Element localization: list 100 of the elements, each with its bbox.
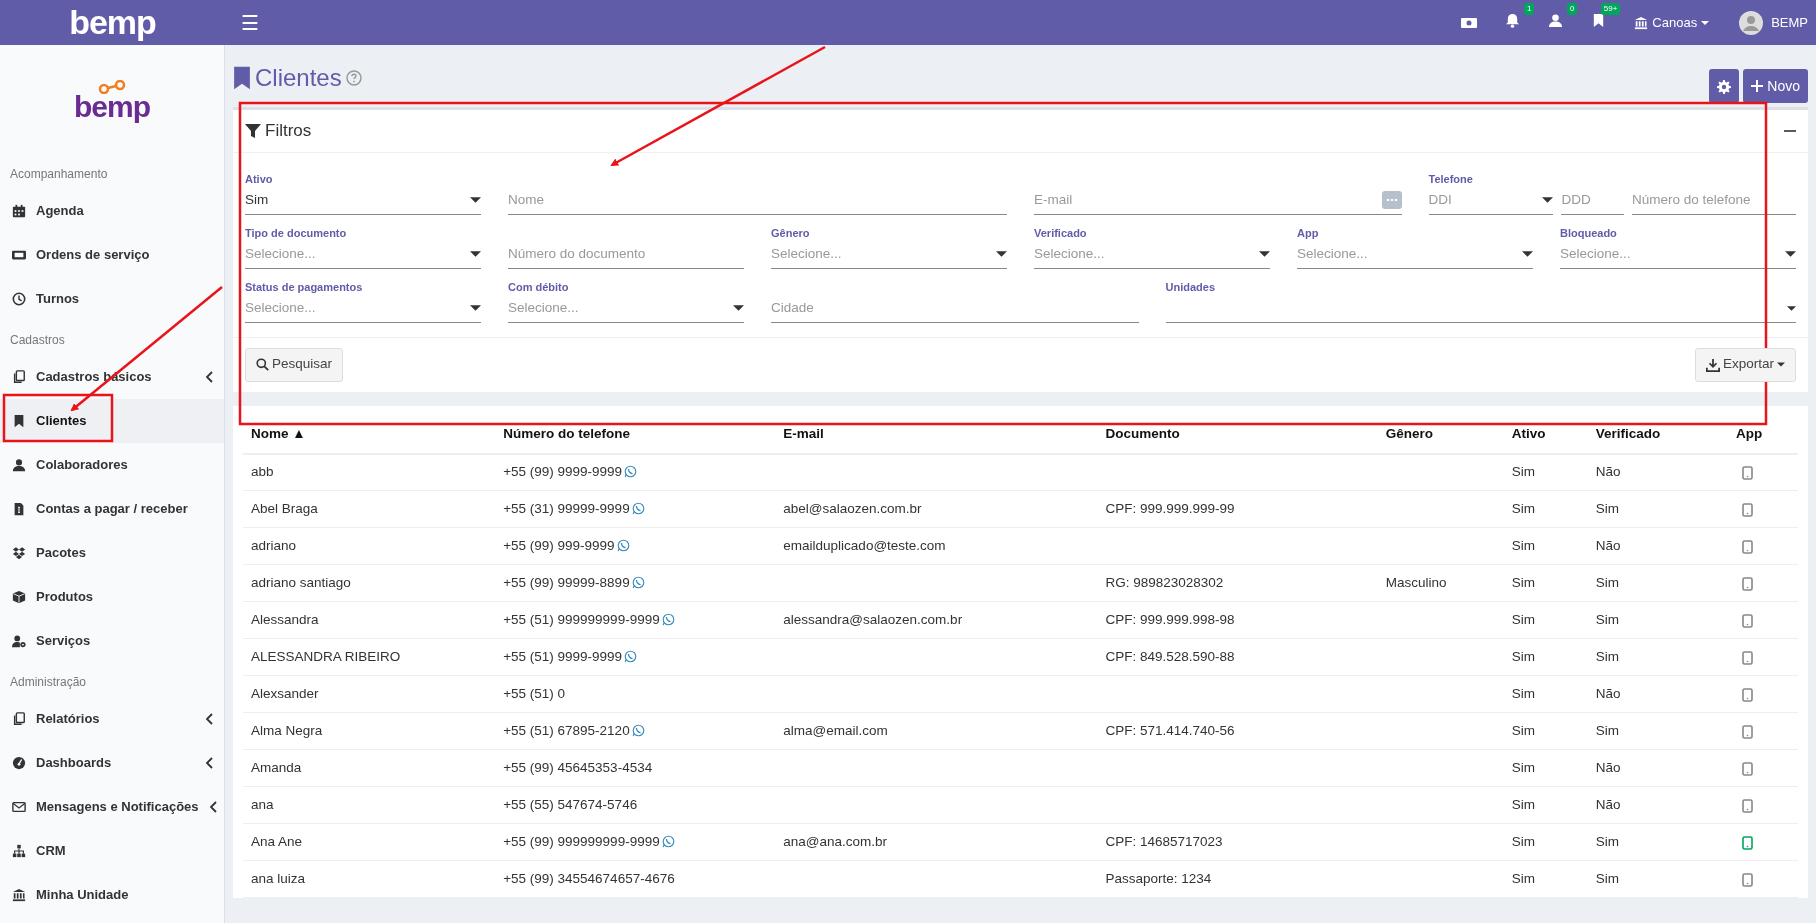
- table-cell: Sim: [1511, 723, 1536, 739]
- table-cell: Não: [1595, 760, 1621, 776]
- table-cell: Não: [1595, 686, 1621, 702]
- table-cell: +55 (99) 34554674657-4676: [503, 871, 675, 887]
- table-cell: RG: 989823028302: [1105, 575, 1224, 591]
- calendar-icon: [12, 204, 26, 218]
- sidebar-item[interactable]: Turnos: [0, 277, 224, 321]
- table-cell: +55 (99) 9999-9999: [503, 464, 623, 480]
- field-label: Ativo: [245, 171, 274, 187]
- sidebar-item[interactable]: Produtos: [0, 575, 224, 619]
- new-button[interactable]: Novo: [1743, 69, 1808, 103]
- caret-icon: [1787, 305, 1796, 311]
- table-cell: ana: [251, 797, 274, 813]
- menu-toggle[interactable]: ☰: [241, 7, 259, 38]
- ellipsis-button-icon: [1381, 191, 1402, 209]
- table-cell: ALESSANDRA RIBEIRO: [251, 649, 401, 665]
- table-cell: Sim: [1595, 834, 1620, 850]
- column-header[interactable]: Nome ▲: [243, 413, 496, 454]
- table-cell: Sim: [1511, 612, 1536, 628]
- sidebar-item[interactable]: Serviços: [0, 619, 224, 663]
- clock-icon: [12, 292, 26, 306]
- table-cell: adriano santiago: [251, 575, 351, 591]
- sidebar-item[interactable]: Clientes: [0, 399, 224, 443]
- table-cell: Amanda: [251, 760, 302, 776]
- page-title: Clientes: [255, 63, 342, 93]
- table-cell: Não: [1595, 797, 1621, 813]
- unit-selector[interactable]: Canoas: [1620, 12, 1724, 33]
- search-button[interactable]: Pesquisar: [245, 347, 344, 382]
- table-cell: Sim: [1595, 501, 1620, 517]
- bell-icon: [1505, 13, 1521, 29]
- table-cell: +55 (31) 99999-9999: [503, 501, 630, 517]
- sidebar-item[interactable]: Dashboards: [0, 741, 224, 785]
- caret-icon: [1701, 18, 1710, 27]
- section-title: Cadastros: [9, 332, 66, 349]
- app-logo: bemp: [68, 2, 157, 43]
- sidebar-item[interactable]: Colaboradores: [0, 443, 224, 487]
- field-label: App: [1297, 225, 1320, 241]
- sidebar-item[interactable]: Contas a pagar / receber: [0, 487, 224, 531]
- table-cell: Sim: [1511, 649, 1536, 665]
- caret-icon: [996, 251, 1007, 257]
- plus-icon: [1751, 80, 1764, 92]
- table-cell: +55 (51) 999999999-9999: [503, 612, 660, 628]
- table-cell: +55 (99) 99999-8899: [503, 575, 630, 591]
- sidebar-item[interactable]: Relatórios: [0, 697, 224, 741]
- table-cell: Sim: [1595, 575, 1620, 591]
- table-cell: emailduplicado@teste.com: [783, 538, 946, 554]
- caret-icon: [1522, 251, 1533, 257]
- notification-count: 1: [1523, 3, 1535, 16]
- column-header: Documento: [1097, 413, 1378, 454]
- user-icon: [12, 458, 26, 472]
- download-icon: [1705, 357, 1720, 372]
- sidebar-item[interactable]: CRM: [0, 829, 224, 873]
- field-label: Gênero: [771, 225, 811, 241]
- document-icon: [12, 502, 26, 516]
- table-cell: CPF: 999.999.998-98: [1105, 612, 1235, 628]
- caret-icon: [470, 251, 481, 257]
- table-cell: Sim: [1511, 538, 1536, 554]
- user-icon: [1548, 13, 1564, 29]
- table-cell: CPF: 849.528.590-88: [1105, 649, 1235, 665]
- sidebar-item[interactable]: Mensagens e Notificações: [0, 785, 224, 829]
- sidebar-item[interactable]: Agenda: [0, 189, 224, 233]
- column-header: Ativo: [1503, 413, 1588, 454]
- avatar-icon: [1739, 10, 1764, 35]
- caret-icon: [733, 305, 744, 311]
- table-cell: alma@email.com: [783, 723, 888, 739]
- search-icon: [256, 358, 269, 371]
- table-cell: Sim: [1511, 464, 1536, 480]
- bookmark-icon: [233, 66, 251, 90]
- notification-count: 0: [1566, 3, 1578, 16]
- gauge-icon: [12, 756, 26, 770]
- table-cell: Sim: [1595, 871, 1620, 887]
- field-label: Com débito: [508, 279, 570, 295]
- sidebar-item[interactable]: Minha Unidade: [0, 873, 224, 917]
- table-cell: abel@salaozen.com.br: [783, 501, 922, 517]
- field-label: Verificado: [1034, 225, 1088, 241]
- table-cell: Sim: [1511, 871, 1536, 887]
- user-menu[interactable]: BEMP: [1723, 10, 1816, 35]
- table-cell: ana luiza: [251, 871, 306, 887]
- user-gear-icon: [12, 634, 26, 648]
- sidebar-item[interactable]: Pacotes: [0, 531, 224, 575]
- table-cell: +55 (99) 999-9999: [503, 538, 615, 554]
- ticket-icon: [12, 248, 26, 262]
- table-cell: Ana Ane: [251, 834, 303, 850]
- section-title: Acompanhamento: [9, 166, 109, 183]
- settings-button[interactable]: [1709, 69, 1740, 103]
- table-cell: alessandra@salaozen.com.br: [783, 612, 963, 628]
- column-header: E-mail: [775, 413, 1098, 454]
- section-title: Administração: [9, 674, 88, 691]
- table-cell: Sim: [1511, 501, 1536, 517]
- table-cell: Sim: [1511, 760, 1536, 776]
- table-cell: +55 (99) 45645353-4534: [503, 760, 653, 776]
- field-label: Unidades: [1165, 279, 1216, 295]
- table-cell: Sim: [1595, 723, 1620, 739]
- table-cell: CPF: 571.414.740-56: [1105, 723, 1235, 739]
- table-cell: +55 (51) 0: [503, 686, 566, 702]
- caret-icon: [470, 305, 481, 311]
- caret-icon: [470, 197, 481, 203]
- export-button[interactable]: Exportar: [1694, 347, 1796, 382]
- table-cell: CPF: 999.999.999-99: [1105, 501, 1235, 517]
- sidebar-item[interactable]: Ordens de serviço: [0, 233, 224, 277]
